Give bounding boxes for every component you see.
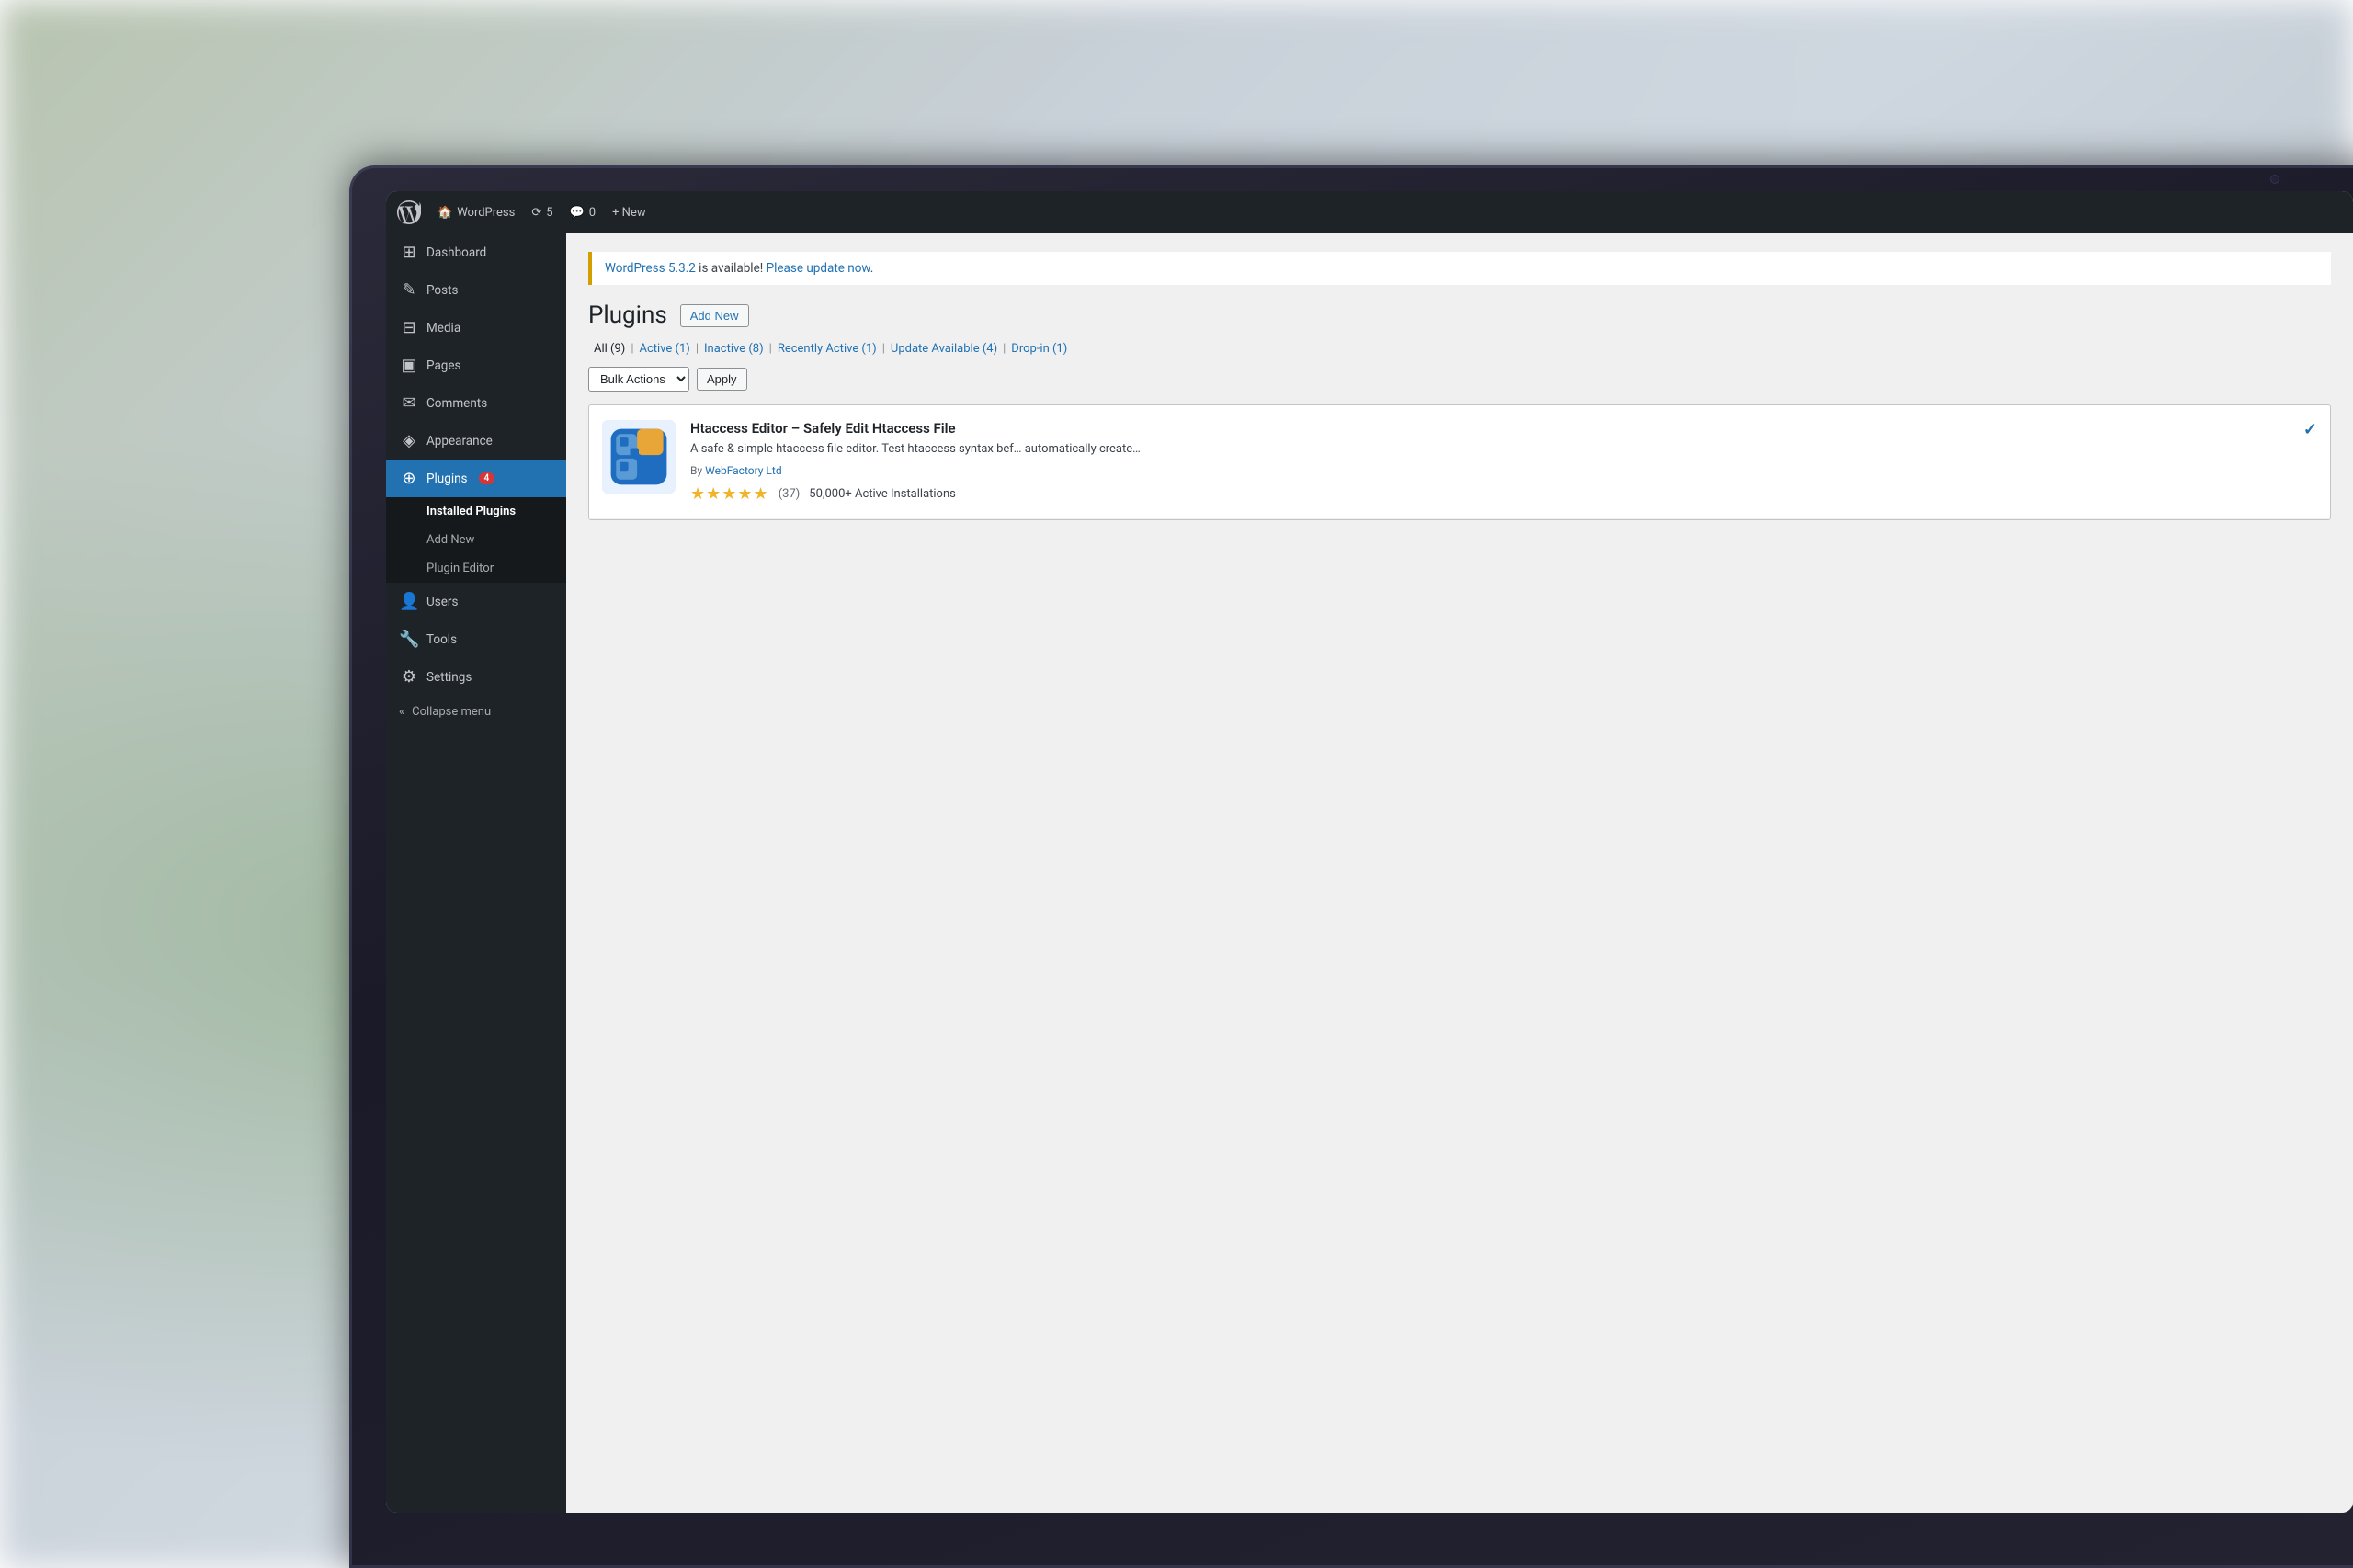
sidebar-item-plugins[interactable]: ⊕ Plugins 4 [386,460,566,497]
sidebar-item-comments[interactable]: ✉ Comments [386,384,566,422]
sidebar-submenu-add-new[interactable]: Add New [386,526,566,554]
sidebar-media-label: Media [426,321,460,335]
author-link[interactable]: WebFactory Ltd [705,464,781,477]
sidebar-item-posts[interactable]: ✎ Posts [386,271,566,309]
wp-content: WordPress 5.3.2 is available! Please upd… [566,233,2353,1513]
plugin-author: By WebFactory Ltd [690,464,2289,477]
plugins-badge: 4 [479,472,495,484]
add-new-button[interactable]: Add New [680,304,749,327]
collapse-icon: « [399,705,404,719]
tools-icon: 🔧 [399,630,419,649]
updates-count: 5 [546,206,552,220]
sidebar-item-tools[interactable]: 🔧 Tools [386,620,566,658]
sidebar-item-users[interactable]: 👤 Users [386,583,566,620]
sidebar-item-settings[interactable]: ⚙ Settings [386,658,566,696]
screen-bezel: 🏠 WordPress ⟳ 5 💬 0 + New [386,191,2353,1513]
wordpress-admin-screen: 🏠 WordPress ⟳ 5 💬 0 + New [386,191,2353,1513]
sidebar-posts-label: Posts [426,283,458,298]
sidebar-submenu-plugin-editor[interactable]: Plugin Editor [386,554,566,583]
plugin-description: A safe & simple htaccess file editor. Te… [690,440,2289,459]
filter-recently-active[interactable]: Recently Active (1) [772,342,882,356]
wp-sidebar: ⊞ Dashboard ✎ Posts ⊟ Media [386,233,566,1513]
filter-all[interactable]: All (9) [588,342,631,356]
plugin-stars: ★★★★★ [690,484,769,504]
filter-links: All (9) | Active (1) | Inactive (8) | Re… [588,342,2331,356]
filter-active[interactable]: Active (1) [634,342,696,356]
plugin-checkmark: ✓ [2303,420,2317,439]
plugin-icon-wrap [602,420,676,494]
settings-icon: ⚙ [399,667,419,687]
htaccess-editor-icon [604,422,674,492]
sidebar-users-label: Users [426,595,458,609]
users-icon: 👤 [399,592,419,611]
admin-bar-home[interactable]: 🏠 WordPress [438,206,515,220]
collapse-label: Collapse menu [412,705,491,719]
home-icon: 🏠 [438,206,452,220]
filter-update-available[interactable]: Update Available (4) [885,342,1003,356]
update-version-link[interactable]: WordPress 5.3.2 [605,261,696,276]
review-count: (37) [779,487,801,501]
sidebar-settings-label: Settings [426,670,472,685]
sidebar-tools-label: Tools [426,632,457,647]
comments-count: 0 [589,206,596,220]
sidebar-comments-label: Comments [426,396,487,411]
new-label: + New [612,206,646,220]
plugin-name: Htaccess Editor – Safely Edit Htaccess F… [690,420,2289,437]
plugin-info: Htaccess Editor – Safely Edit Htaccess F… [690,420,2289,504]
filter-inactive[interactable]: Inactive (8) [699,342,769,356]
plugins-submenu: Installed Plugins Add New Plugin Editor [386,497,566,583]
update-notice-suffix: . [870,261,874,276]
update-now-link[interactable]: Please update now [767,261,870,276]
media-icon: ⊟ [399,318,419,337]
install-count: 50,000+ Active Installations [809,487,956,501]
page-title: Plugins [588,301,667,329]
by-label: By [690,464,705,477]
comments-icon: 💬 [570,206,585,220]
bulk-actions-select[interactable]: Bulk Actions Activate Deactivate Update … [588,367,689,392]
webcam [2270,175,2279,184]
posts-icon: ✎ [399,280,419,300]
comments-sidebar-icon: ✉ [399,393,419,413]
update-notice: WordPress 5.3.2 is available! Please upd… [588,252,2331,285]
sidebar-item-appearance[interactable]: ◈ Appearance [386,422,566,460]
dashboard-icon: ⊞ [399,243,419,262]
update-notice-message: is available! [696,261,767,276]
site-name: WordPress [457,206,515,220]
pages-icon: ▣ [399,356,419,375]
appearance-icon: ◈ [399,431,419,450]
sidebar-dashboard-label: Dashboard [426,245,486,260]
admin-bar-new[interactable]: + New [612,206,646,220]
plugins-icon: ⊕ [399,469,419,488]
sidebar-item-media[interactable]: ⊟ Media [386,309,566,347]
wp-main: ⊞ Dashboard ✎ Posts ⊟ Media [386,233,2353,1513]
admin-bar-comments[interactable]: 💬 0 [570,206,597,220]
updates-icon: ⟳ [531,206,541,220]
laptop-frame: 🏠 WordPress ⟳ 5 💬 0 + New [349,165,2353,1568]
sidebar-appearance-label: Appearance [426,434,493,449]
collapse-menu[interactable]: « Collapse menu [386,696,566,728]
plugin-table: Htaccess Editor – Safely Edit Htaccess F… [588,404,2331,520]
filter-drop-in[interactable]: Drop-in (1) [1006,342,1073,356]
sidebar-plugins-label: Plugins [426,472,468,486]
plugin-row-htaccess: Htaccess Editor – Safely Edit Htaccess F… [589,405,2330,519]
page-title-row: Plugins Add New [588,301,2331,329]
wp-logo-item[interactable] [397,200,421,224]
admin-bar-updates[interactable]: ⟳ 5 [531,206,552,220]
sidebar-pages-label: Pages [426,358,461,373]
bulk-actions-row: Bulk Actions Activate Deactivate Update … [588,367,2331,392]
apply-button[interactable]: Apply [697,368,747,391]
admin-bar: 🏠 WordPress ⟳ 5 💬 0 + New [386,191,2353,233]
sidebar-submenu-installed-plugins[interactable]: Installed Plugins [386,497,566,526]
sidebar-item-dashboard[interactable]: ⊞ Dashboard [386,233,566,271]
plugin-meta: ★★★★★ (37) 50,000+ Active Installations [690,484,2289,504]
wp-logo-icon [397,200,421,224]
sidebar-item-pages[interactable]: ▣ Pages [386,347,566,384]
